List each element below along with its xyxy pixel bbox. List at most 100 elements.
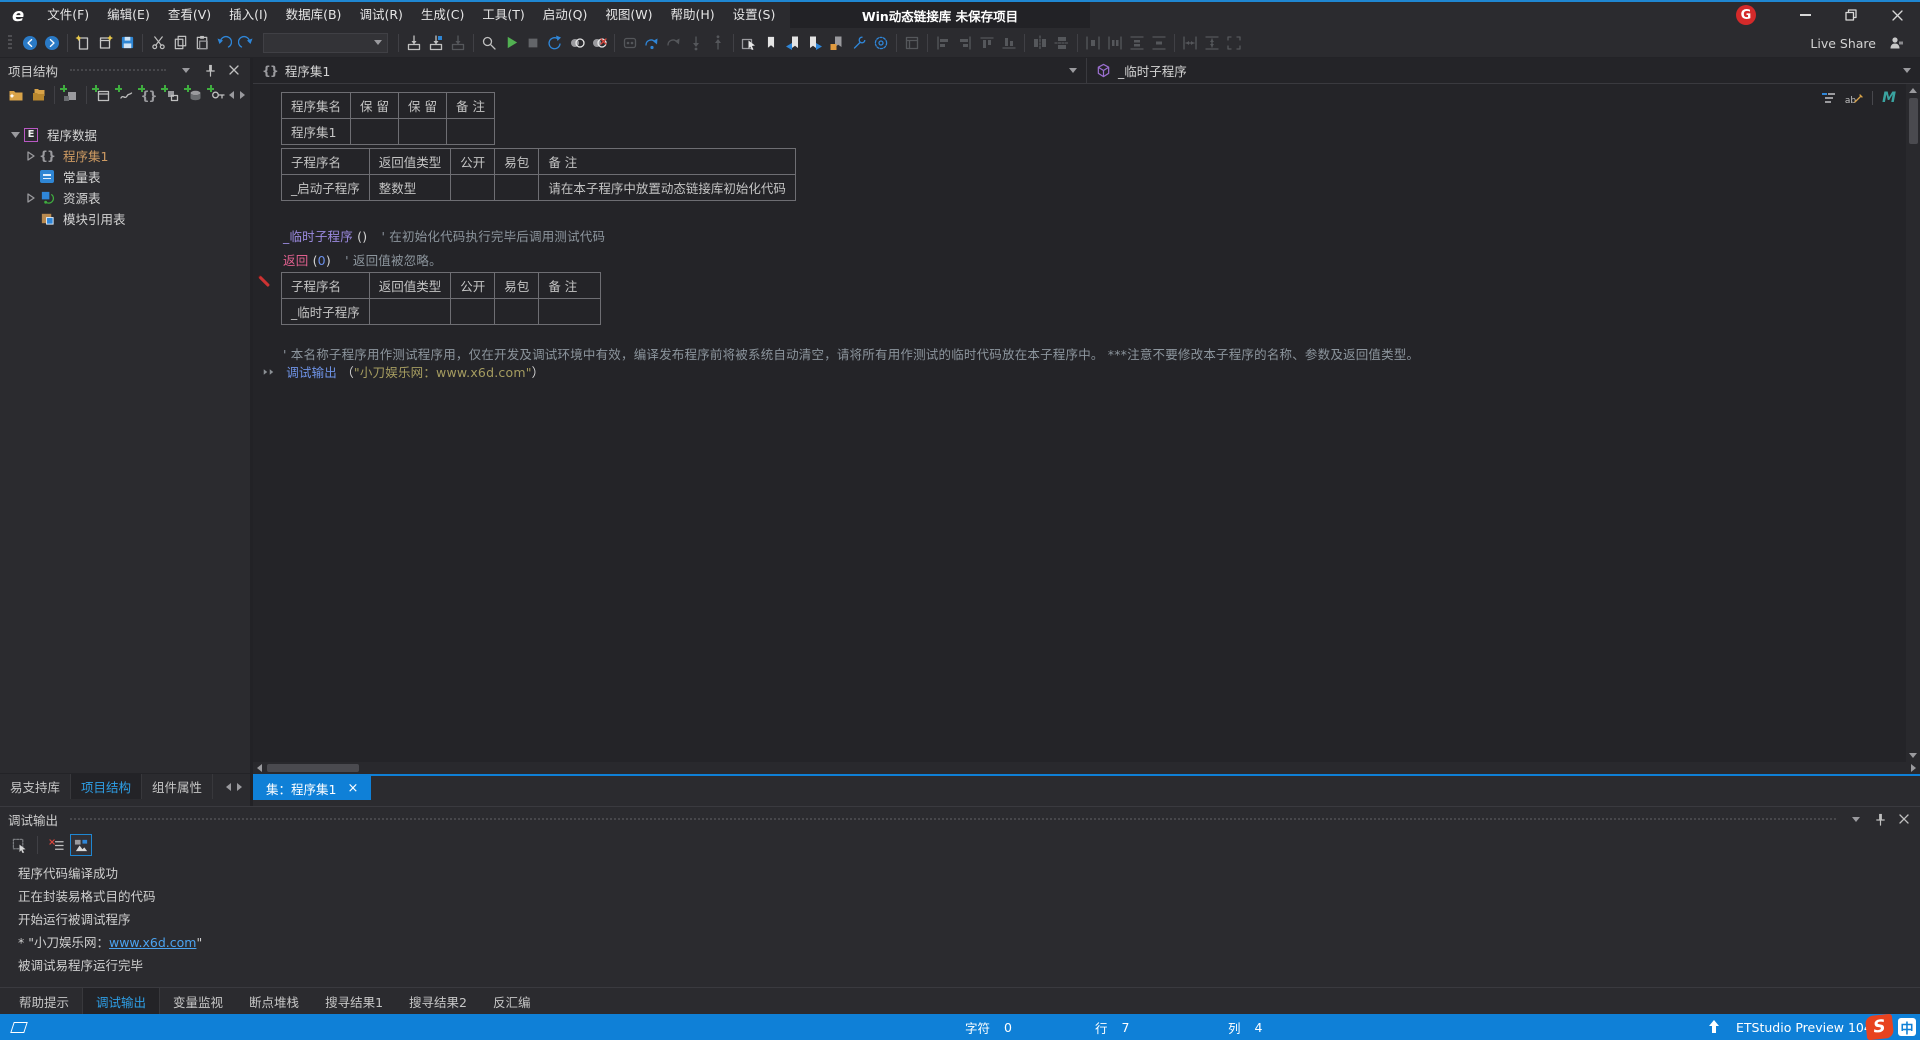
select-all-button[interactable] [8, 834, 30, 856]
add-resource-button[interactable] [183, 84, 206, 106]
tab-close-icon[interactable]: × [347, 782, 358, 795]
scrollbar-thumb[interactable] [267, 764, 359, 772]
options-gear-button[interactable] [870, 31, 892, 55]
tab-breakpoint-stack[interactable]: 断点堆栈 [236, 988, 312, 1014]
space-down-equal-button[interactable] [1148, 31, 1170, 55]
menu-edit[interactable]: 编辑(E) [98, 2, 159, 28]
code-line-sub-header[interactable]: _临时子程序 () ' 在初始化代码执行完毕后调用测试代码 [283, 226, 605, 245]
col-header[interactable]: 返回值类型 [369, 273, 451, 299]
doc-tab-assembly1[interactable]: 集：程序集1 × [253, 776, 371, 800]
menu-settings[interactable]: 设置(S) [724, 2, 785, 28]
panel-drag-handle[interactable] [70, 818, 1836, 820]
breakpoint-toggle-button[interactable] [566, 31, 588, 55]
scroll-down-icon[interactable] [1909, 753, 1917, 758]
tree-item-program-data[interactable]: E 程序数据 [0, 124, 250, 145]
navigate-back-button[interactable] [19, 31, 41, 55]
run-button[interactable] [500, 31, 522, 55]
expander-collapsed-icon[interactable] [24, 193, 38, 203]
tab-support-libs[interactable]: 易支持库 [0, 774, 71, 799]
save-image-button[interactable] [70, 834, 92, 856]
sogou-ime-icon[interactable]: S [1865, 1014, 1894, 1040]
bookmark-prev-button[interactable] [782, 31, 804, 55]
step-into-button[interactable] [685, 31, 707, 55]
form-designer-button[interactable] [901, 31, 923, 55]
col-header[interactable]: 公开 [451, 273, 495, 299]
center-vertical-button[interactable] [1051, 31, 1073, 55]
align-bottom-button[interactable] [998, 31, 1020, 55]
space-across-button[interactable] [1082, 31, 1104, 55]
horizontal-scrollbar[interactable] [253, 762, 1920, 774]
panel-drag-handle[interactable] [70, 69, 166, 71]
scroll-up-icon[interactable] [1909, 88, 1917, 93]
live-share-area[interactable]: Live Share [1810, 28, 1904, 58]
restore-button[interactable] [1828, 2, 1874, 28]
ime-language-indicator[interactable]: 中 [1898, 1018, 1916, 1036]
startup-subroutine-table[interactable]: 子程序名 返回值类型 公开 易包 备 注 _启动子程序 整数型 请在本子程序中放… [281, 148, 796, 201]
tab-component-props[interactable]: 组件属性 [142, 774, 213, 799]
undo-button[interactable] [213, 31, 235, 55]
rename-button[interactable]: ab [1845, 91, 1863, 106]
bookmark-toggle-button[interactable] [760, 31, 782, 55]
code-comment-line[interactable]: ' 本名称子程序用作测试程序用，仅在开发及调试环境中有效，编译发布程序前将被系统… [283, 344, 1419, 363]
col-header[interactable]: 返回值类型 [369, 149, 451, 175]
minimize-button[interactable] [1782, 2, 1828, 28]
cut-button[interactable] [147, 31, 169, 55]
select-tool-button[interactable] [738, 31, 760, 55]
space-across-equal-button[interactable] [1104, 31, 1126, 55]
add-component-button[interactable] [160, 84, 183, 106]
menu-help[interactable]: 帮助(H) [661, 2, 723, 28]
code-line-debug-output[interactable]: 调试输出 （"小刀娱乐网：www.x6d.com"） [263, 362, 544, 381]
tree-item-resources[interactable]: 资源表 [0, 187, 250, 208]
project-folders-button[interactable] [27, 84, 50, 106]
col-header[interactable]: 备 注 [446, 93, 494, 119]
tab-variable-watch[interactable]: 变量监视 [160, 988, 236, 1014]
add-subroutine-button[interactable]: {} [137, 84, 160, 106]
same-width-button[interactable] [1179, 31, 1201, 55]
col-header[interactable]: 易包 [495, 273, 539, 299]
module-view-button[interactable]: M [1882, 90, 1896, 106]
tree-item-constants[interactable]: 常量表 [0, 166, 250, 187]
col-header[interactable]: 子程序名 [282, 273, 370, 299]
col-header[interactable]: 保 留 [351, 93, 399, 119]
temp-subroutine-table[interactable]: 子程序名 返回值类型 公开 易包 备 注 _临时子程序 [281, 272, 601, 325]
search-button[interactable] [478, 31, 500, 55]
menu-file[interactable]: 文件(F) [38, 2, 98, 28]
same-height-button[interactable] [1201, 31, 1223, 55]
scroll-left-icon[interactable] [229, 91, 234, 99]
menu-tools[interactable]: 工具(T) [473, 2, 533, 28]
compile-static-button[interactable] [425, 31, 447, 55]
layout-mode-button[interactable] [12, 1014, 26, 1040]
add-program-button[interactable] [114, 84, 137, 106]
menu-window-view[interactable]: 视图(W) [596, 2, 661, 28]
col-header[interactable]: 备 注 [539, 149, 796, 175]
align-right-button[interactable] [954, 31, 976, 55]
expander-collapsed-icon[interactable] [24, 151, 38, 161]
restart-button[interactable] [544, 31, 566, 55]
compile-button[interactable] [403, 31, 425, 55]
navigate-forward-button[interactable] [41, 31, 63, 55]
bookmark-clear-button[interactable] [826, 31, 848, 55]
vertical-scrollbar[interactable] [1906, 84, 1920, 762]
tab-debug-output[interactable]: 调试输出 [82, 988, 160, 1014]
menu-launch[interactable]: 启动(Q) [534, 2, 597, 28]
panel-close-button[interactable] [1896, 811, 1912, 827]
col-header[interactable]: 程序集名 [282, 93, 351, 119]
tab-disassembly[interactable]: 反汇编 [480, 988, 544, 1014]
scroll-right-icon[interactable] [240, 91, 245, 99]
tabs-scroll-left-icon[interactable] [226, 783, 231, 791]
col-header[interactable]: 备 注 [539, 273, 601, 299]
bookmark-next-button[interactable] [804, 31, 826, 55]
assembly-table[interactable]: 程序集名 保 留 保 留 备 注 程序集1 [281, 92, 495, 145]
panel-menu-button[interactable] [178, 62, 194, 78]
subroutine-selector[interactable]: _临时子程序 [1087, 58, 1920, 83]
scroll-right-icon[interactable] [1911, 764, 1916, 772]
panel-menu-button[interactable] [1848, 811, 1864, 827]
update-notice-button[interactable] [1708, 1014, 1720, 1040]
new-assembly-button[interactable] [4, 84, 27, 106]
tree-item-assembly1[interactable]: {} 程序集1 [0, 145, 250, 166]
stop-button[interactable] [522, 31, 544, 55]
output-link[interactable]: www.x6d.com [109, 935, 196, 950]
menu-database[interactable]: 数据库(B) [277, 2, 351, 28]
redo-button[interactable] [235, 31, 257, 55]
same-size-button[interactable] [1223, 31, 1245, 55]
